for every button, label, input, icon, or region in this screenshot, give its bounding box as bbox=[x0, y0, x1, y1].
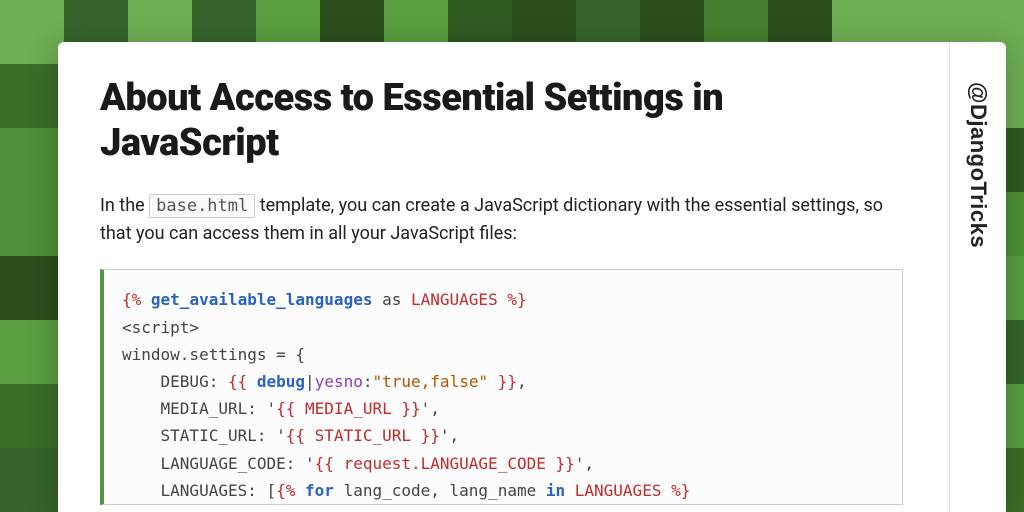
article-body: About Access to Essential Settings in Ja… bbox=[58, 42, 949, 512]
article-title: About Access to Essential Settings in Ja… bbox=[100, 76, 903, 166]
author-handle: @DjangoTricks bbox=[965, 82, 991, 248]
inline-code-basehtml: base.html bbox=[149, 194, 255, 218]
sidebar: @DjangoTricks bbox=[949, 42, 1006, 512]
lead-text-before: In the bbox=[100, 195, 149, 216]
article-card: About Access to Essential Settings in Ja… bbox=[58, 42, 1006, 512]
article-lead: In the base.html template, you can creat… bbox=[100, 192, 903, 248]
code-block: {% get_available_languages as LANGUAGES … bbox=[100, 269, 903, 505]
